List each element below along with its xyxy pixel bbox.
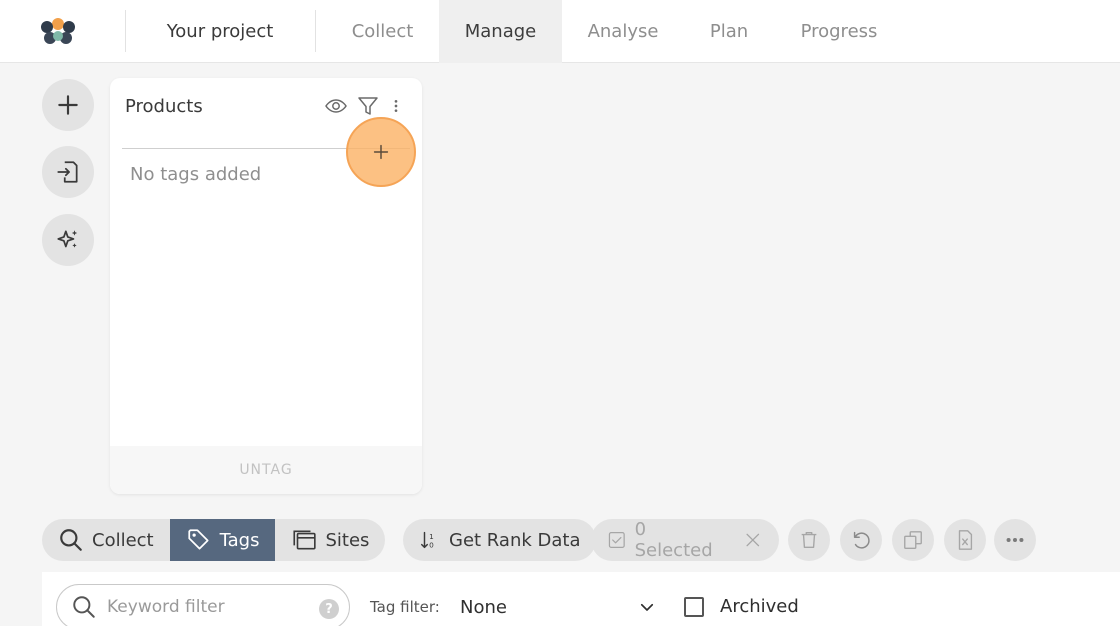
nav-divider (315, 10, 316, 52)
plus-icon (58, 95, 78, 115)
copy-button[interactable] (892, 519, 934, 561)
sparkle-icon (57, 230, 78, 248)
get-rank-data-button[interactable]: 1 0 Get Rank Data (403, 519, 597, 561)
import-icon (57, 161, 78, 183)
trash-icon (801, 531, 817, 549)
add-tag-button[interactable] (346, 117, 416, 187)
search-icon (73, 596, 95, 618)
project-title[interactable]: Your project (150, 0, 290, 63)
app-logo[interactable] (40, 17, 76, 45)
tag-filter-value: None (460, 596, 507, 618)
archived-label: Archived (720, 596, 799, 617)
tags-view-button[interactable]: Tags (169, 519, 276, 561)
tag-filter-label: Tag filter: (370, 598, 440, 616)
untag-dropzone[interactable]: UNTAG (110, 446, 422, 494)
more-vertical-icon[interactable] (388, 94, 404, 118)
undo-button[interactable] (840, 519, 882, 561)
more-actions-button[interactable] (994, 519, 1036, 561)
filter-icon[interactable] (356, 94, 380, 118)
get-rank-data-label: Get Rank Data (449, 529, 581, 551)
keyword-filter-input[interactable] (107, 597, 307, 617)
top-navigation: Your project Collect Manage Analyse Plan… (0, 0, 1120, 63)
eye-icon[interactable] (324, 94, 348, 118)
copy-icon (904, 531, 922, 549)
excel-file-icon (958, 530, 973, 550)
more-horizontal-icon (1006, 537, 1024, 543)
filter-bar: ? Tag filter: None Archived (42, 572, 1120, 626)
windows-icon (293, 530, 317, 550)
add-group-button[interactable] (42, 79, 94, 131)
svg-text:0: 0 (429, 540, 434, 549)
tab-progress[interactable]: Progress (784, 0, 894, 63)
plus-icon (373, 144, 389, 160)
tab-collect[interactable]: Collect (330, 0, 435, 63)
sort-descending-icon: 1 0 (421, 531, 434, 549)
sites-view-button[interactable]: Sites (275, 519, 385, 561)
selection-status: 0 Selected (591, 519, 779, 561)
chevron-down-icon (640, 603, 654, 611)
selected-count: 0 Selected (634, 519, 713, 561)
tags-view-label: Tags (219, 529, 260, 551)
clear-selection-icon[interactable] (743, 529, 763, 551)
tag-filter-select[interactable]: None (460, 594, 656, 620)
tab-plan[interactable]: Plan (690, 0, 768, 63)
keyword-filter-field[interactable]: ? (56, 584, 350, 626)
view-toggle-group: Collect Tags Sites (42, 519, 386, 561)
collect-view-button[interactable]: Collect (42, 519, 170, 561)
export-excel-button[interactable] (944, 519, 986, 561)
search-icon (60, 529, 82, 551)
tab-analyse[interactable]: Analyse (572, 0, 674, 63)
checkbox-icon (608, 532, 625, 548)
card-actions (324, 94, 404, 118)
archived-checkbox[interactable] (684, 597, 704, 617)
import-button[interactable] (42, 146, 94, 198)
tab-manage[interactable]: Manage (439, 0, 562, 63)
tag-group-title[interactable]: Products (125, 96, 203, 117)
undo-icon (853, 531, 870, 549)
delete-button[interactable] (788, 519, 830, 561)
nav-divider (125, 10, 126, 52)
tag-icon (188, 529, 209, 550)
help-icon[interactable]: ? (319, 599, 339, 619)
collect-view-label: Collect (92, 529, 154, 551)
empty-tags-message: No tags added (130, 164, 262, 185)
ai-suggest-button[interactable] (42, 214, 94, 266)
sites-view-label: Sites (325, 529, 370, 551)
